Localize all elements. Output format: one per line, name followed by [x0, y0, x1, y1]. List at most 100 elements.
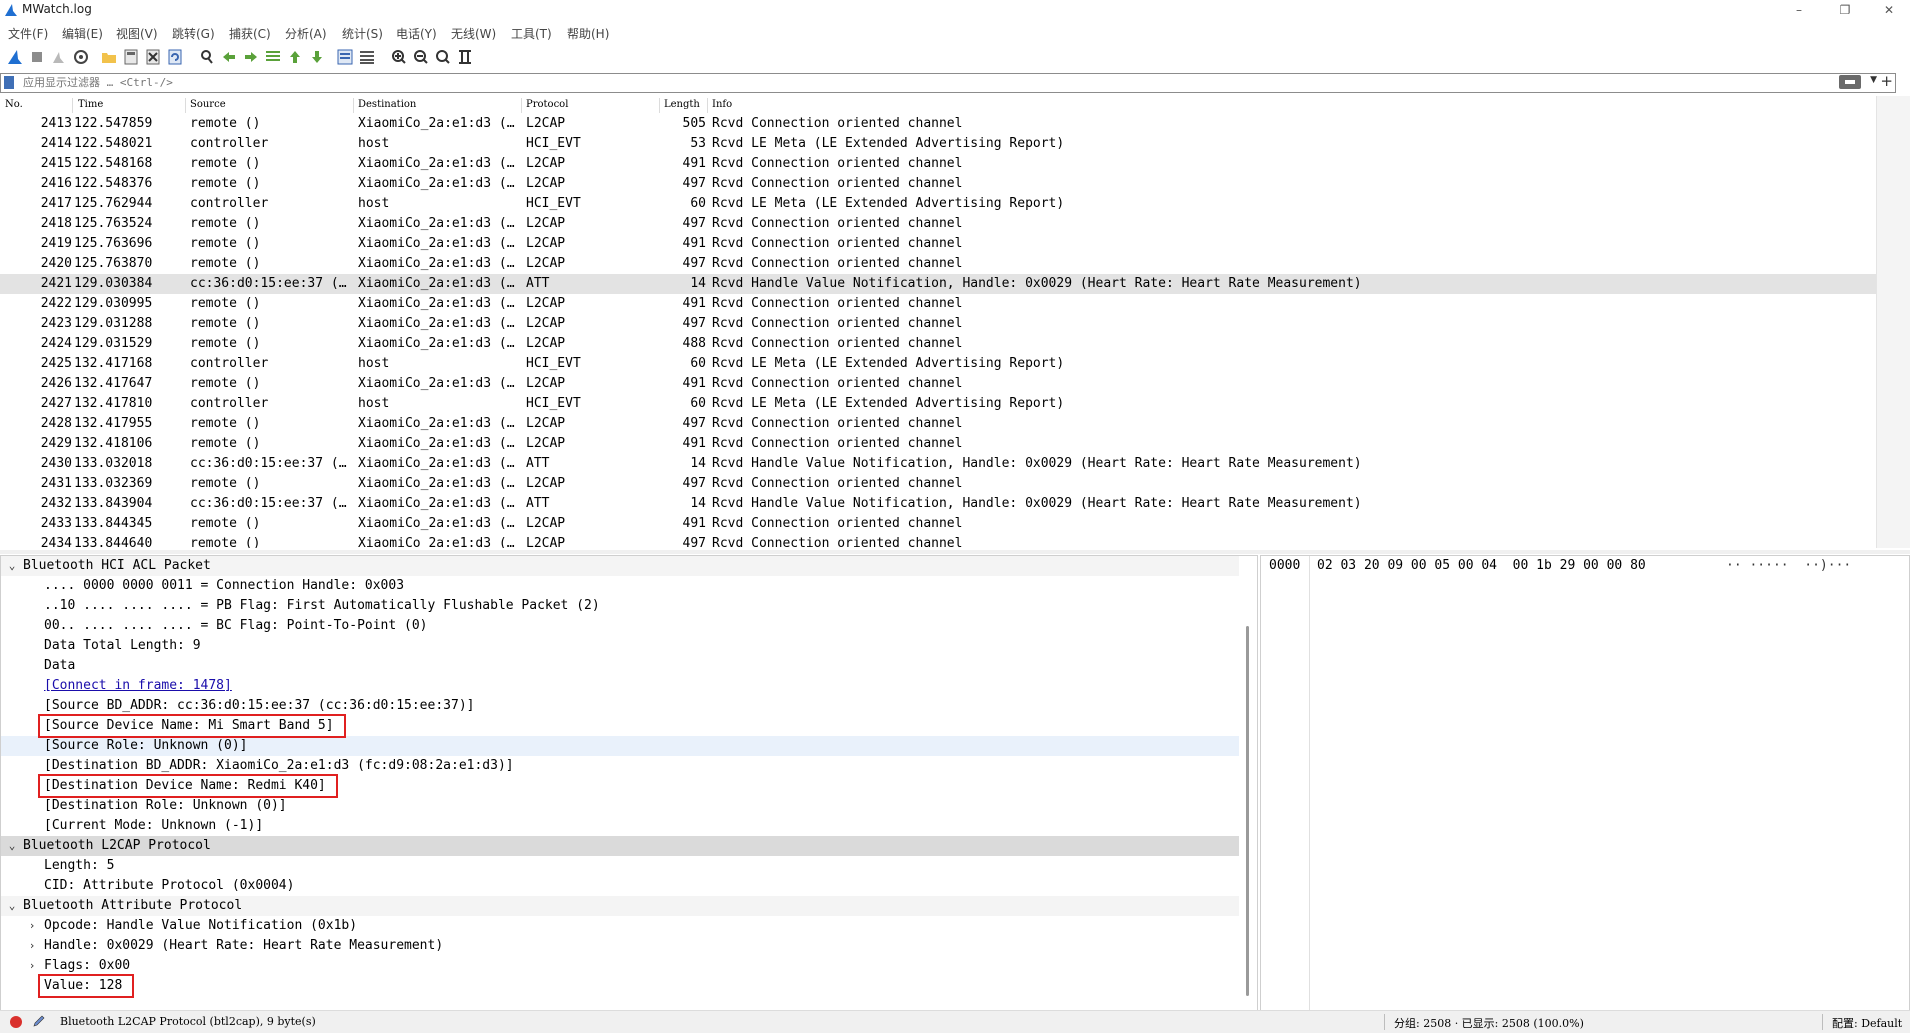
minimize-button[interactable]: –	[1776, 0, 1822, 20]
packet-row[interactable]: 2430 133.032018 cc:36:d0:15:ee:37 (… Xiaomi…	[0, 454, 1876, 474]
menu-statistics[interactable]: 统计(S)	[342, 25, 383, 42]
packet-row[interactable]: 2419 125.763696 remote () XiaomiCo_2a:e1:d3…	[0, 234, 1876, 254]
packet-row[interactable]: 2426 132.417647 remote () XiaomiCo_2a:e1:d3…	[0, 374, 1876, 394]
packet-row[interactable]: 2429 132.418106 remote () XiaomiCo_2a:e1:d3…	[0, 434, 1876, 454]
filter-history-dropdown-icon[interactable]: ▼	[1870, 75, 1877, 85]
stop-icon[interactable]	[28, 48, 46, 66]
packet-row[interactable]: 2424 129.031529 remote () XiaomiCo_2a:e1:d3…	[0, 334, 1876, 354]
expand-arrow-icon[interactable]: ›	[25, 916, 39, 936]
packet-row[interactable]: 2423 129.031288 remote () XiaomiCo_2a:e1:d3…	[0, 314, 1876, 334]
menu-wireless[interactable]: 无线(W)	[451, 25, 496, 42]
first-packet-icon[interactable]	[286, 48, 304, 66]
column-separator[interactable]	[185, 98, 186, 113]
packet-row[interactable]: 2425 132.417168 controller host HCI_EVT 60 Rcv…	[0, 354, 1876, 374]
shark-fin-start-icon[interactable]	[6, 48, 24, 66]
column-separator[interactable]	[72, 98, 73, 113]
status-profile[interactable]: 配置: Default	[1832, 1015, 1902, 1031]
frame-link[interactable]: [Connect in frame: 1478]	[44, 676, 232, 696]
detail-row[interactable]: › Flags: 0x00	[1, 956, 1239, 976]
close-button[interactable]: ✕	[1866, 0, 1910, 20]
collapse-arrow-icon[interactable]: ⌄	[5, 896, 19, 916]
menu-capture[interactable]: 捕获(C)	[229, 25, 271, 42]
reload-icon[interactable]	[166, 48, 184, 66]
packet-row[interactable]: 2433 133.844345 remote () XiaomiCo_2a:e1:d3…	[0, 514, 1876, 534]
detail-row[interactable]: › Opcode: Handle Value Notification (0x1b…	[1, 916, 1239, 936]
packet-row[interactable]: 2417 125.762944 controller host HCI_EVT 60 Rcv…	[0, 194, 1876, 214]
hex-ascii[interactable]: ·· ····· ··)···	[1726, 558, 1851, 573]
detail-row[interactable]: ..10 .... .... .... = PB Flag: First Aut…	[1, 596, 1239, 616]
column-header-info[interactable]: Info	[712, 99, 732, 110]
detail-row[interactable]: [Destination BD_ADDR: XiaomiCo_2a:e1:d3 …	[1, 756, 1239, 776]
column-header-source[interactable]: Source	[190, 99, 226, 110]
detail-row[interactable]: ⌄ Bluetooth L2CAP Protocol	[1, 836, 1239, 856]
detail-row[interactable]: [Connect in frame: 1478]	[1, 676, 1239, 696]
detail-row[interactable]: Data	[1, 656, 1239, 676]
expert-info-led-icon[interactable]	[10, 1016, 22, 1028]
detail-row[interactable]: [Current Mode: Unknown (-1)]	[1, 816, 1239, 836]
menu-edit[interactable]: 编辑(E)	[62, 25, 103, 42]
pane-splitter[interactable]	[0, 550, 1910, 554]
packet-row[interactable]: 2431 133.032369 remote () XiaomiCo_2a:e1:d3…	[0, 474, 1876, 494]
detail-row[interactable]: 00.. .... .... .... = BC Flag: Point-To-…	[1, 616, 1239, 636]
packet-row[interactable]: 2413 122.547859 remote () XiaomiCo_2a:e1:d3…	[0, 114, 1876, 134]
packet-row[interactable]: 2416 122.548376 remote () XiaomiCo_2a:e1:d3…	[0, 174, 1876, 194]
menu-go[interactable]: 跳转(G)	[172, 25, 215, 42]
expand-arrow-icon[interactable]: ›	[25, 936, 39, 956]
detail-row[interactable]: .... 0000 0000 0011 = Connection Handle:…	[1, 576, 1239, 596]
detail-row[interactable]: [Destination Role: Unknown (0)]	[1, 796, 1239, 816]
packet-list-scrollbar[interactable]	[1876, 96, 1910, 548]
packet-row[interactable]: 2432 133.843904 cc:36:d0:15:ee:37 (… Xiaomi…	[0, 494, 1876, 514]
detail-row[interactable]: [Source BD_ADDR: cc:36:d0:15:ee:37 (cc:3…	[1, 696, 1239, 716]
details-scrollbar-thumb[interactable]	[1246, 626, 1249, 996]
zoom-normal-icon[interactable]	[434, 48, 452, 66]
hex-bytes[interactable]: 02 03 20 09 00 05 00 04 00 1b 29 00 00 8…	[1317, 558, 1646, 573]
details-scrollbar[interactable]	[1239, 556, 1256, 1010]
detail-row[interactable]: ⌄ Bluetooth HCI ACL Packet	[1, 556, 1239, 576]
column-header-protocol[interactable]: Protocol	[526, 99, 568, 110]
close-file-icon[interactable]	[144, 48, 162, 66]
column-header-length[interactable]: Length	[664, 99, 700, 110]
column-header-destination[interactable]: Destination	[358, 99, 416, 110]
menu-view[interactable]: 视图(V)	[116, 25, 158, 42]
column-separator[interactable]	[659, 98, 660, 113]
column-separator[interactable]	[707, 98, 708, 113]
menu-help[interactable]: 帮助(H)	[567, 25, 609, 42]
collapse-arrow-icon[interactable]: ⌄	[5, 556, 19, 576]
menu-analyze[interactable]: 分析(A)	[285, 25, 327, 42]
packet-row[interactable]: 2418 125.763524 remote () XiaomiCo_2a:e1:d3…	[0, 214, 1876, 234]
menu-file[interactable]: 文件(F)	[8, 25, 48, 42]
collapse-arrow-icon[interactable]: ⌄	[5, 836, 19, 856]
packet-row[interactable]: 2420 125.763870 remote () XiaomiCo_2a:e1:d3…	[0, 254, 1876, 274]
packet-row[interactable]: 2434 133.844640 remote () XiaomiCo_2a:e1:d3…	[0, 534, 1876, 548]
packet-row[interactable]: 2428 132.417955 remote () XiaomiCo_2a:e1:d3…	[0, 414, 1876, 434]
apply-filter-button[interactable]	[1839, 75, 1861, 89]
column-separator[interactable]	[353, 98, 354, 113]
detail-row[interactable]: Data Total Length: 9	[1, 636, 1239, 656]
zoom-in-icon[interactable]	[390, 48, 408, 66]
go-forward-icon[interactable]	[242, 48, 260, 66]
packet-row[interactable]: 2415 122.548168 remote () XiaomiCo_2a:e1:d3…	[0, 154, 1876, 174]
packet-row[interactable]: 2427 132.417810 controller host HCI_EVT 60 Rcv…	[0, 394, 1876, 414]
column-separator[interactable]	[521, 98, 522, 113]
filter-bookmark-icon[interactable]	[4, 76, 14, 89]
save-file-icon[interactable]	[122, 48, 140, 66]
find-packet-icon[interactable]	[198, 48, 216, 66]
detail-row[interactable]: ⌄ Bluetooth Attribute Protocol	[1, 896, 1239, 916]
packet-row[interactable]: 2414 122.548021 controller host HCI_EVT 53 Rcv…	[0, 134, 1876, 154]
detail-row[interactable]: › Handle: 0x0029 (Heart Rate: Heart Rate …	[1, 936, 1239, 956]
add-filter-button-icon[interactable]: +	[1880, 72, 1893, 90]
edit-comment-icon[interactable]	[32, 1014, 46, 1028]
detail-row[interactable]: CID: Attribute Protocol (0x0004)	[1, 876, 1239, 896]
resize-columns-icon[interactable]	[456, 48, 474, 66]
capture-options-icon[interactable]	[72, 48, 90, 66]
detail-row[interactable]: Length: 5	[1, 856, 1239, 876]
colorize-icon[interactable]	[358, 48, 376, 66]
maximize-button[interactable]: ❐	[1822, 0, 1868, 20]
expand-arrow-icon[interactable]: ›	[25, 956, 39, 976]
column-header-no[interactable]: No.	[5, 99, 23, 110]
packet-row[interactable]: 2422 129.030995 remote () XiaomiCo_2a:e1:d3…	[0, 294, 1876, 314]
packet-row[interactable]: 2421 129.030384 cc:36:d0:15:ee:37 (… Xiaomi…	[0, 274, 1876, 294]
zoom-out-icon[interactable]	[412, 48, 430, 66]
column-header-time[interactable]: Time	[78, 99, 103, 110]
go-back-icon[interactable]	[220, 48, 238, 66]
